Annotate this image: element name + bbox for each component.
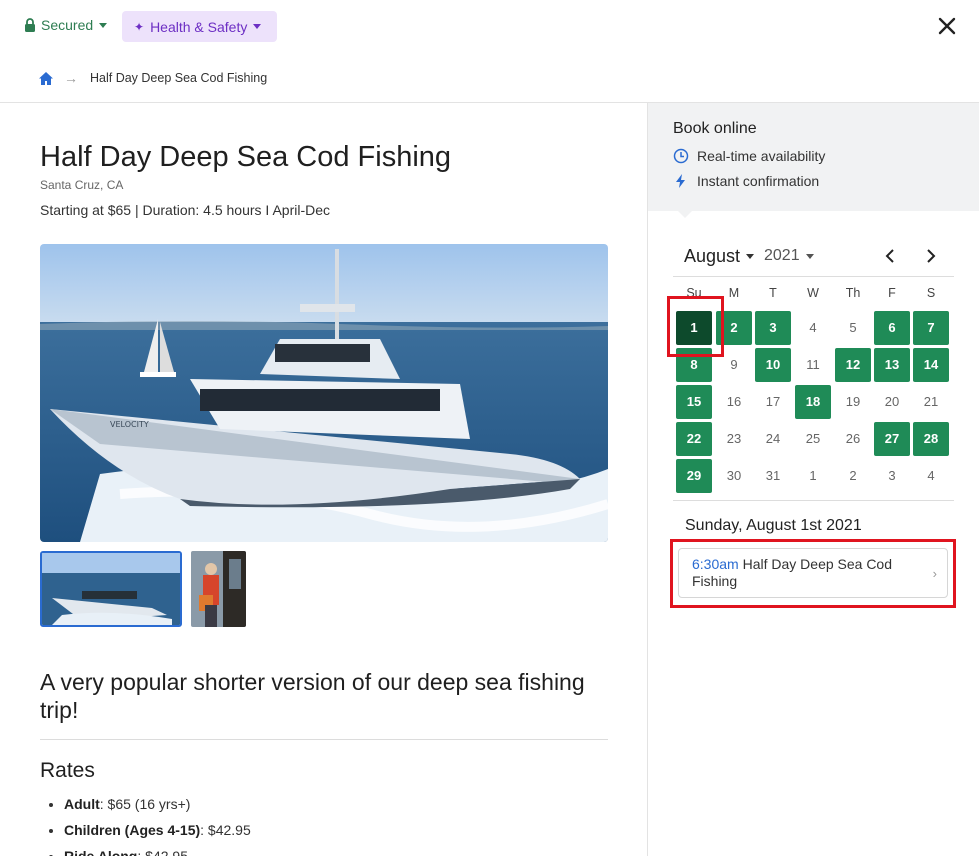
weekday-label: W	[807, 286, 819, 300]
calendar-day: 2	[849, 468, 857, 483]
chevron-down-icon	[99, 22, 108, 28]
breadcrumb-current: Half Day Deep Sea Cod Fishing	[90, 71, 268, 85]
calendar-day: 24	[765, 431, 781, 446]
health-safety-dropdown[interactable]: ✦ Health & Safety	[122, 11, 277, 42]
hero-image[interactable]: VELOCITY	[40, 244, 608, 542]
calendar-day: 21	[923, 394, 939, 409]
calendar-day-available[interactable]: 12	[835, 348, 871, 382]
calendar-day-available[interactable]: 10	[755, 348, 791, 382]
calendar-day-available[interactable]: 27	[874, 422, 910, 456]
calendar-day-available[interactable]: 22	[676, 422, 712, 456]
rate-item: Ride Along: $42.95	[64, 845, 251, 856]
calendar-header: August 2021	[684, 246, 954, 268]
chevron-right-icon	[927, 249, 936, 263]
rate-value: : $42.95	[200, 822, 251, 838]
chevron-down-icon	[253, 24, 262, 29]
calendar-day: 31	[765, 468, 781, 483]
home-icon[interactable]	[38, 71, 54, 86]
listing-summary: Starting at $65 | Duration: 4.5 hours I …	[40, 202, 331, 218]
calendar-day: 3	[888, 468, 896, 483]
sparkle-icon: ✦	[134, 19, 145, 34]
calendar-day: 4	[927, 468, 935, 483]
month-label: August	[684, 246, 741, 266]
calendar-day: 4	[809, 320, 817, 335]
calendar-day: 17	[765, 394, 781, 409]
breadcrumb: → Half Day Deep Sea Cod Fishing	[38, 70, 267, 86]
chevron-right-icon: ›	[932, 566, 937, 581]
calendar-day: 30	[726, 468, 742, 483]
highlight-box	[667, 296, 724, 357]
selected-date-label: Sunday, August 1st 2021	[685, 517, 862, 534]
top-bar: Secured ✦ Health & Safety → Half Day Dee…	[0, 0, 979, 103]
divider	[673, 500, 954, 501]
calendar-day-available[interactable]: 6	[874, 311, 910, 345]
calendar-day: 20	[884, 394, 900, 409]
calendar-day-available[interactable]: 28	[913, 422, 949, 456]
rates-heading: Rates	[40, 759, 95, 782]
svg-text:VELOCITY: VELOCITY	[110, 420, 149, 429]
pointer-arrow	[676, 209, 694, 218]
next-month-button[interactable]	[921, 246, 941, 268]
divider	[40, 739, 608, 740]
calendar-day-available[interactable]: 13	[874, 348, 910, 382]
rate-item: Children (Ages 4-15): $42.95	[64, 819, 251, 845]
feature-label: Instant confirmation	[697, 173, 820, 189]
calendar-day-available[interactable]: 18	[795, 385, 831, 419]
weekday-label: Th	[845, 286, 861, 300]
feature-label: Real-time availability	[697, 148, 826, 164]
month-dropdown[interactable]: August	[684, 246, 755, 267]
calendar-day: 23	[726, 431, 742, 446]
rate-name: Adult	[64, 796, 100, 812]
time-slot-button[interactable]: 6:30am Half Day Deep Sea Cod Fishing ›	[678, 548, 948, 598]
chevron-down-icon	[746, 254, 755, 259]
calendar-day: 16	[726, 394, 742, 409]
health-safety-label: Health & Safety	[150, 18, 248, 35]
calendar-day: 26	[845, 431, 861, 446]
divider	[673, 276, 954, 277]
calendar-day: 11	[806, 357, 820, 372]
calendar-day-available[interactable]: 14	[913, 348, 949, 382]
weekday-label: S	[926, 286, 936, 300]
book-online-title: Book online	[673, 120, 757, 137]
calendar-day: 1	[809, 468, 817, 483]
page-title: Half Day Deep Sea Cod Fishing	[40, 141, 452, 173]
calendar-day: 5	[849, 320, 857, 335]
year-dropdown[interactable]: 2021	[764, 247, 814, 265]
calendar-day-available[interactable]: 3	[755, 311, 791, 345]
secured-label: Secured	[41, 17, 94, 33]
secured-dropdown[interactable]: Secured	[24, 17, 108, 33]
feature-realtime: Real-time availability	[673, 148, 825, 164]
lock-icon	[25, 18, 35, 32]
calendar-day-available[interactable]: 15	[676, 385, 712, 419]
calendar-day: 25	[805, 431, 821, 446]
gallery-thumbnail[interactable]	[191, 551, 246, 627]
boat-photo: VELOCITY	[40, 244, 608, 542]
rate-item: Adult: $65 (16 yrs+)	[64, 793, 251, 819]
listing-tagline: A very popular shorter version of our de…	[40, 669, 585, 723]
rate-name: Ride Along	[64, 848, 138, 856]
rate-name: Children (Ages 4-15)	[64, 822, 201, 838]
close-icon[interactable]	[937, 16, 957, 36]
gallery-thumbnail[interactable]	[40, 551, 182, 627]
booking-sidebar: Book online Real-time availability Insta…	[647, 103, 979, 856]
calendar-day: 19	[845, 394, 861, 409]
rate-value: : $42.95	[137, 848, 188, 856]
book-online-box: Book online Real-time availability Insta…	[648, 103, 979, 211]
calendar-day-available[interactable]: 7	[913, 311, 949, 345]
chevron-down-icon	[805, 253, 814, 259]
arrow-right-icon: →	[64, 70, 78, 86]
location: Santa Cruz, CA	[40, 178, 124, 192]
weekday-label: F	[888, 286, 896, 300]
rates-list: Adult: $65 (16 yrs+) Children (Ages 4-15…	[64, 793, 251, 856]
year-label: 2021	[764, 247, 800, 264]
slot-time: 6:30am	[692, 556, 739, 572]
lightning-icon	[676, 174, 685, 188]
weekday-label: T	[769, 286, 777, 300]
feature-instant: Instant confirmation	[673, 173, 819, 189]
chevron-left-icon	[885, 249, 894, 263]
clock-icon	[673, 148, 689, 164]
rate-value: : $65 (16 yrs+)	[99, 796, 191, 812]
prev-month-button[interactable]	[880, 246, 900, 268]
calendar-day-available[interactable]: 29	[676, 459, 712, 493]
